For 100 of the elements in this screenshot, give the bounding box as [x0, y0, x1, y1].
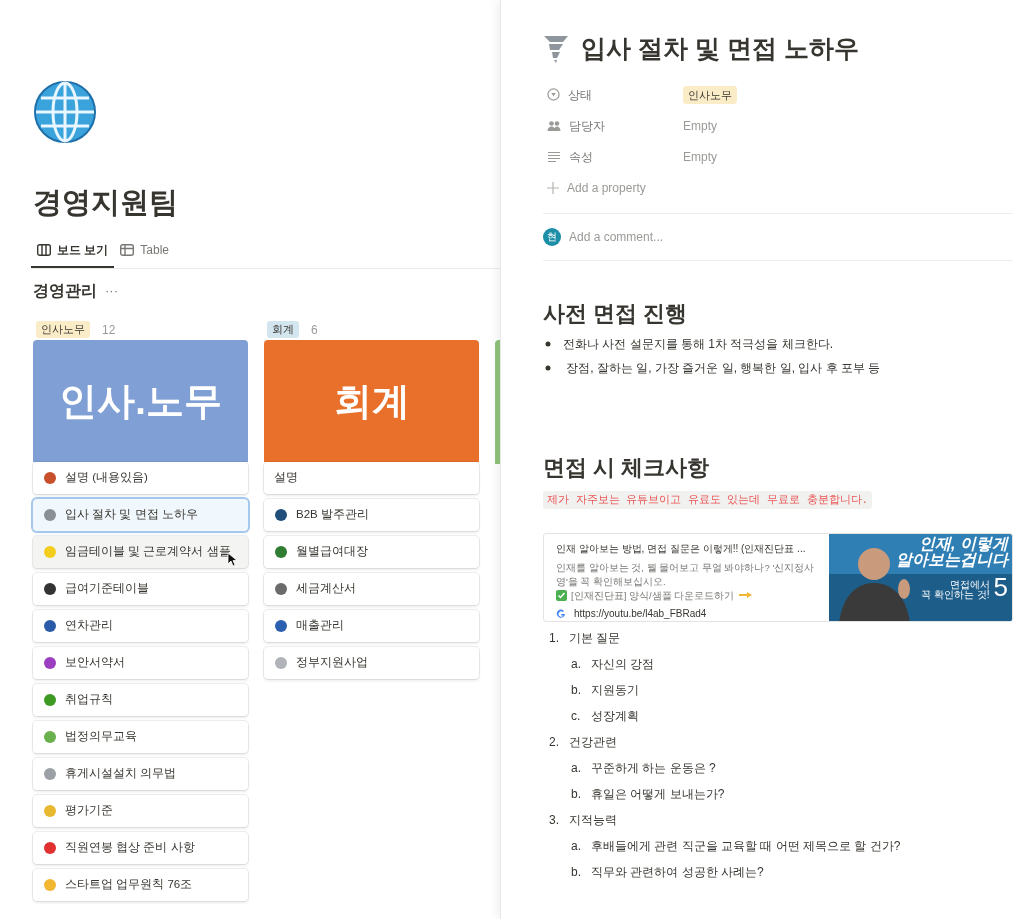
card-title: 법정의무교육: [65, 729, 137, 745]
lines-icon: [547, 150, 561, 163]
board-icon: [37, 244, 51, 256]
list-number: 2.: [549, 733, 560, 751]
board-card[interactable]: 월별급여대장: [264, 536, 479, 568]
bullet-text: 장점, 잘하는 일, 가장 즐거운 일, 행복한 일, 입사 후 포부 등: [565, 359, 881, 377]
column-count: 6: [311, 321, 318, 339]
thumbnail-text: 면접에서: [949, 579, 990, 590]
list-letter: c.: [571, 707, 582, 725]
board-card[interactable]: 휴게시설설치 의무법: [33, 758, 248, 790]
thumbnail-text: 인재, 이렇게: [919, 535, 1008, 552]
board-card[interactable]: 매출관리: [264, 610, 479, 642]
dot-icon: [43, 508, 57, 522]
property-label: 속성: [569, 148, 593, 166]
board-card[interactable]: 연차관리: [33, 610, 248, 642]
board-card[interactable]: 평가기준: [33, 795, 248, 827]
dot-icon: [43, 767, 57, 781]
dot-icon: [43, 804, 57, 818]
dot-icon: [274, 656, 288, 670]
section-heading: 면접 시 체크사항: [543, 453, 711, 482]
list-text: 휴일은 어떻게 보내는가?: [591, 785, 725, 803]
list-text: 후배들에게 관련 직군을 교육할 때 어떤 제목으로 할 건가?: [591, 837, 901, 855]
board-card[interactable]: 정부지원사업: [264, 647, 479, 679]
board-card[interactable]: B2B 발주관리: [264, 499, 479, 531]
dot-icon: [274, 582, 288, 596]
list-letter: b.: [571, 681, 582, 699]
view-tab[interactable]: 보드 보기: [31, 241, 115, 268]
list-letter: b.: [571, 863, 582, 881]
dot-icon: [274, 508, 288, 522]
status-tag[interactable]: 인사노무: [683, 85, 737, 104]
card-title: 매출관리: [296, 618, 344, 634]
list-letter: a.: [571, 655, 582, 673]
card-title: 취업규칙: [65, 692, 113, 708]
list-text: 직무와 관련하여 성공한 사례는?: [591, 863, 764, 881]
bookmark-description: 인재를 알아보는 것, 뭘 물어보고 무얼 봐야하나? '신지정사영'을 꼭 확인해보십시오.: [556, 560, 816, 589]
board-card[interactable]: 설명 (내용있음): [33, 462, 248, 494]
card-title: 임금테이블 및 근로계약서 샘플: [65, 544, 231, 560]
list-text: 성장계획: [591, 707, 639, 725]
board-card[interactable]: 스타트업 업무원칙 76조: [33, 869, 248, 901]
card-title: 직원연봉 협상 준비 사항: [65, 840, 195, 856]
list-text: 꾸준하게 하는 운동은 ?: [591, 759, 716, 777]
board-card[interactable]: 임금테이블 및 근로계약서 샘플: [33, 536, 248, 568]
bookmark-description: [인재진단표] 양식/샘플 다운로드하기: [571, 588, 735, 603]
board-card[interactable]: 법정의무교육: [33, 721, 248, 753]
thumbnail-text: 꼭 확인하는 것!: [921, 589, 990, 600]
property-label: 담당자: [569, 117, 605, 135]
board-card[interactable]: 급여기준테이블: [33, 573, 248, 605]
bullet-icon: [545, 340, 551, 347]
people-icon: [547, 119, 561, 132]
list-text: 건강관련: [569, 733, 617, 751]
dot-icon: [43, 730, 57, 744]
list-text: 자신의 강점: [591, 655, 655, 673]
comment-field[interactable]: Add a comment...: [569, 227, 1013, 246]
column-count: 12: [102, 321, 116, 339]
table-icon: [120, 244, 135, 256]
thumbnail-text: 알아보는겁니다: [896, 551, 1008, 568]
thumbnail-number: 5: [993, 573, 1008, 600]
dropdown-circle-icon: [547, 88, 560, 101]
view-tab[interactable]: Table: [114, 241, 176, 268]
card-title: 급여기준테이블: [65, 581, 149, 597]
card-title: 설명: [274, 470, 298, 486]
list-letter: a.: [571, 759, 582, 777]
globe-icon: [33, 80, 97, 144]
card-title: 정부지원사업: [296, 655, 368, 671]
board-card[interactable]: 입사 절차 및 면접 노하우: [33, 499, 248, 531]
card-cover: 회계: [264, 340, 479, 462]
card-title: 월별급여대장: [296, 544, 368, 560]
dot-icon: [43, 619, 57, 633]
board-card[interactable]: 세금계산서: [264, 573, 479, 605]
plus-icon: [547, 181, 559, 194]
bullet-icon: [545, 364, 551, 371]
card-title: 평가기준: [65, 803, 113, 819]
board-card[interactable]: 설명: [264, 462, 479, 494]
avatar: 현: [543, 227, 561, 246]
dot-icon: [43, 878, 57, 892]
google-icon: [556, 608, 566, 619]
list-text: 기본 질문: [569, 629, 621, 647]
card-cover: 인사.노무: [33, 340, 248, 462]
board-card[interactable]: 보안서약서: [33, 647, 248, 679]
list-number: 3.: [549, 811, 560, 829]
group-title: 경영관리: [33, 281, 97, 301]
card-title: 보안서약서: [65, 655, 125, 671]
workspace-title: 경영지원팀: [33, 188, 179, 217]
list-text: 지원동기: [591, 681, 639, 699]
dot-icon: [43, 656, 57, 670]
dot-icon: [43, 545, 57, 559]
list-text: 지적능력: [569, 811, 617, 829]
check-icon: [556, 590, 567, 601]
dot-icon: [43, 471, 57, 485]
page-title: 입사 절차 및 면접 노하우: [581, 33, 859, 64]
dot-icon: [274, 619, 288, 633]
card-title: 스타트업 업무원칙 76조: [65, 877, 193, 893]
board-card[interactable]: 취업규칙: [33, 684, 248, 716]
dot-icon: [43, 582, 57, 596]
card-title: B2B 발주관리: [296, 507, 369, 523]
more-button[interactable]: ···: [105, 281, 118, 301]
card-title: 설명 (내용있음): [65, 470, 148, 486]
list-letter: a.: [571, 837, 582, 855]
board-card[interactable]: 직원연봉 협상 준비 사항: [33, 832, 248, 864]
dot-icon: [43, 841, 57, 855]
